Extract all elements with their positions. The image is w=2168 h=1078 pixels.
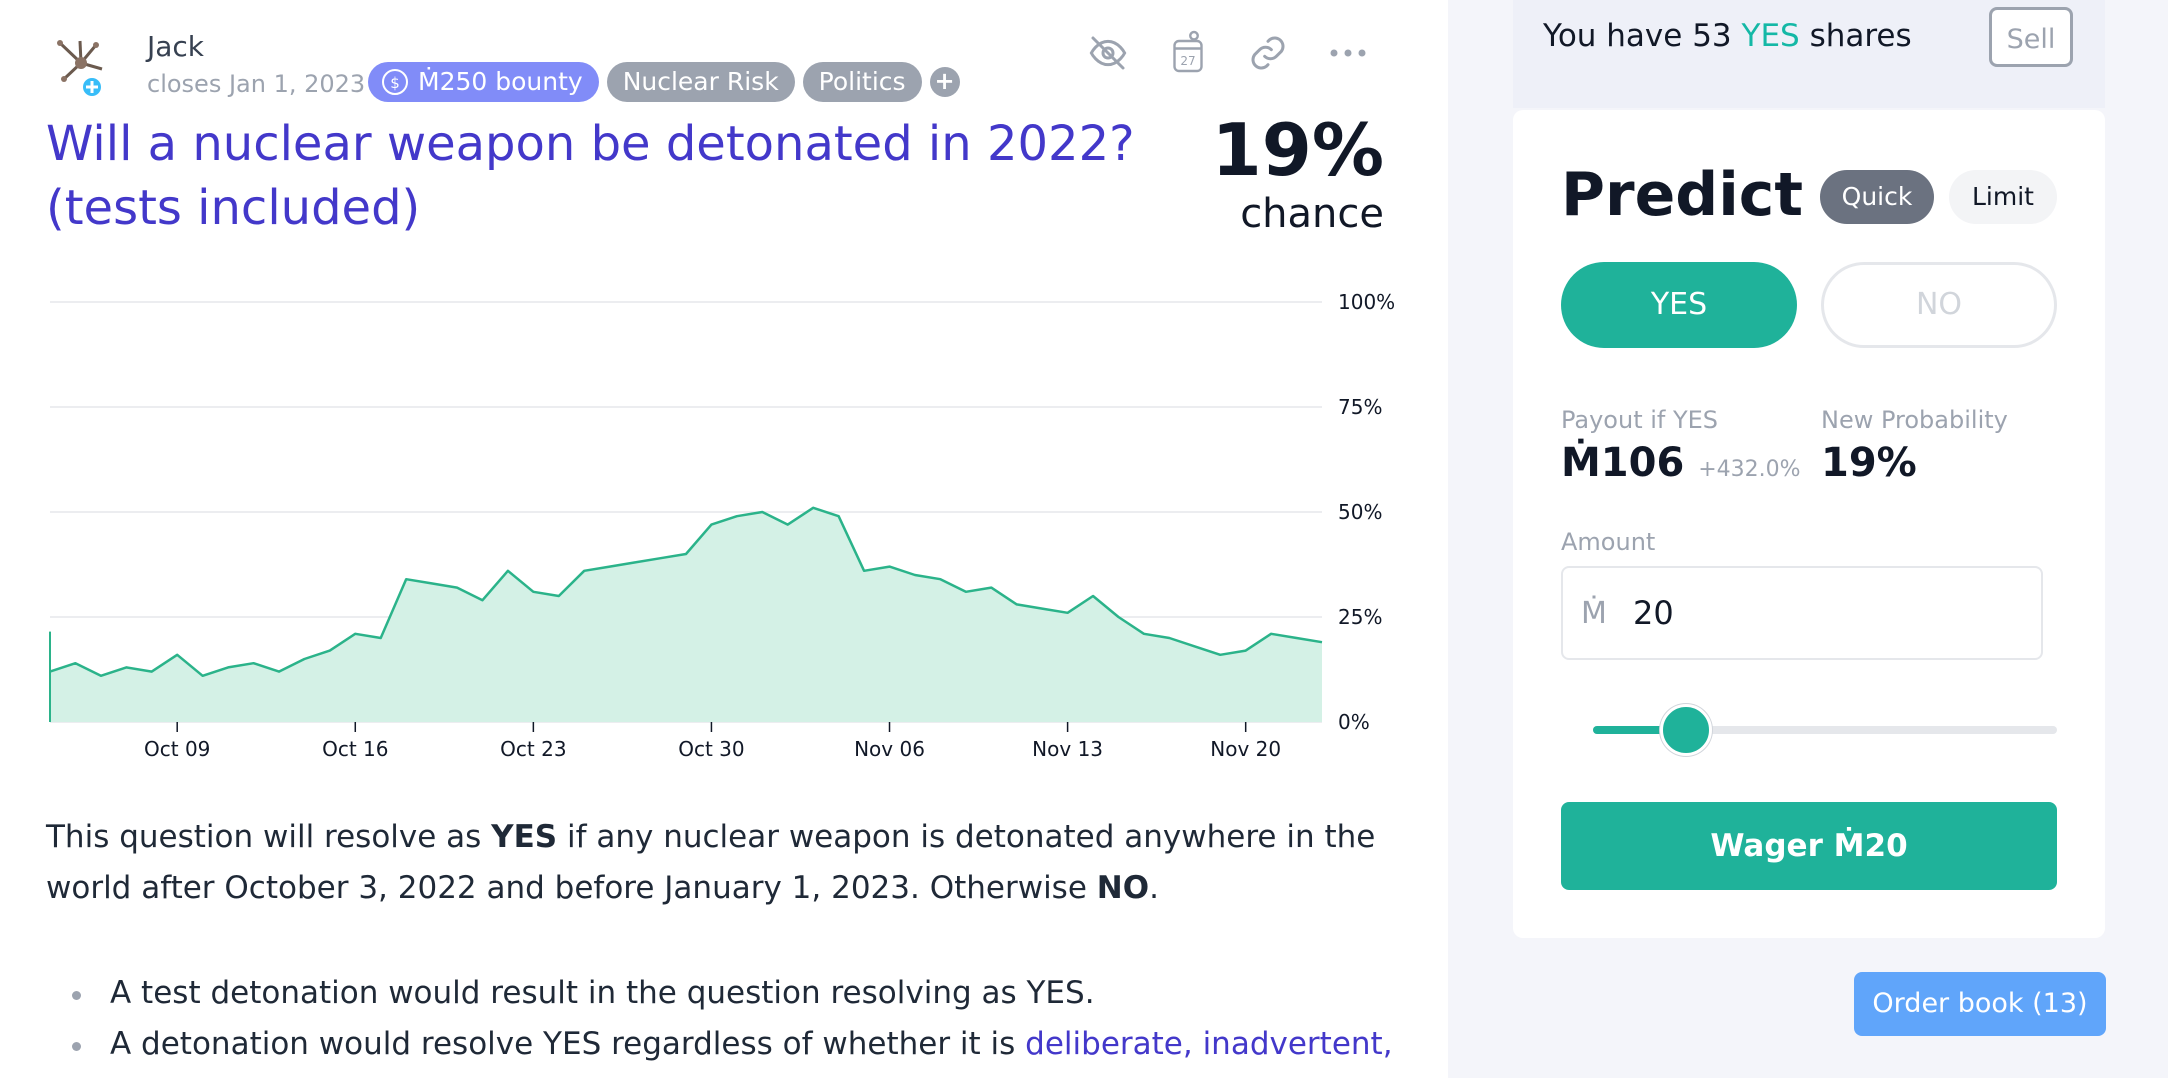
y-tick-label: 0% — [1338, 710, 1370, 734]
y-tick-label: 75% — [1338, 395, 1382, 419]
add-tag-button[interactable]: + — [929, 67, 960, 97]
amount-label: Amount — [1561, 528, 1656, 556]
shares-summary: You have 53 YES shares Sell — [1513, 0, 2105, 108]
description-link[interactable]: deliberate, inadvertent, — [1025, 1026, 1392, 1062]
shares-yes: YES — [1741, 18, 1800, 54]
probability-display: 19% chance — [1212, 110, 1384, 238]
market-description: This question will resolve as YES if any… — [46, 812, 1396, 914]
x-tick-label: Oct 30 — [678, 737, 744, 761]
currency-icon: Ṁ — [1581, 596, 1607, 631]
bullet-item: A detonation would resolve YES regardles… — [72, 1019, 1393, 1070]
market-title: Will a nuclear weapon be detonated in 20… — [46, 116, 1135, 236]
calendar-day: 27 — [1180, 54, 1195, 68]
x-tick-label: Nov 06 — [854, 737, 925, 761]
tag-list: $ Ṁ250 bounty Nuclear Risk Politics + — [368, 62, 960, 102]
series-area — [50, 507, 1322, 722]
calendar-icon[interactable]: 27 — [1165, 28, 1211, 78]
link-icon[interactable] — [1245, 28, 1291, 78]
market-toolbar: 27 — [1085, 28, 1371, 78]
creator-name[interactable]: Jack — [147, 30, 204, 63]
amount-value[interactable]: 20 — [1633, 594, 1674, 632]
new-probability-label: New Probability — [1821, 406, 2008, 434]
bullet-item: A test detonation would result in the qu… — [72, 968, 1393, 1019]
tag-politics[interactable]: Politics — [802, 62, 922, 102]
order-book-button[interactable]: Order book (13) — [1854, 972, 2106, 1036]
desc-no: NO — [1096, 870, 1150, 906]
desc-text-3: . — [1149, 870, 1159, 906]
wager-button[interactable]: Wager Ṁ20 — [1561, 802, 2057, 890]
predict-card: Predict Quick Limit YES NO Payout if YES… — [1513, 110, 2105, 938]
more-icon[interactable] — [1325, 28, 1371, 78]
mode-limit-toggle[interactable]: Limit — [1949, 170, 2057, 224]
bullet-text: A detonation would resolve YES regardles… — [110, 1026, 1026, 1062]
payout-percent: +432.0% — [1698, 457, 1801, 482]
x-tick-label: Oct 23 — [500, 737, 566, 761]
probability-chart[interactable]: 0% 25% 50% 75% 100% Oct 09 Oct 16 Oct 23 Oct 30 N… — [40, 282, 1400, 762]
payout-value: Ṁ106 +432.0% — [1561, 440, 1801, 486]
x-tick-label: Oct 16 — [322, 737, 388, 761]
probability-value: 19% — [1211, 108, 1384, 192]
desc-yes: YES — [491, 819, 558, 855]
coin-icon: $ — [382, 69, 408, 95]
creator-avatar[interactable] — [50, 35, 112, 97]
shares-text: You have 53 YES shares — [1543, 18, 1912, 54]
payout-label: Payout if YES — [1561, 406, 1719, 434]
amount-slider[interactable] — [1593, 704, 2057, 756]
market-main: Jack closes Jan 1, 2023 $ Ṁ250 bounty Nu… — [0, 0, 1448, 1078]
desc-text-1: This question will resolve as — [46, 819, 492, 855]
x-tick-label: Nov 13 — [1032, 737, 1103, 761]
no-button[interactable]: NO — [1821, 262, 2057, 348]
y-tick-label: 50% — [1338, 500, 1382, 524]
payout-amount: Ṁ106 — [1561, 440, 1685, 486]
probability-label: chance — [1240, 191, 1384, 237]
yes-button[interactable]: YES — [1561, 262, 1797, 348]
y-tick-label: 25% — [1338, 605, 1382, 629]
new-probability-value: 19% — [1821, 440, 1917, 486]
amount-input[interactable]: Ṁ 20 — [1561, 566, 2043, 660]
mode-quick-toggle[interactable]: Quick — [1820, 170, 1934, 224]
slider-handle[interactable] — [1659, 704, 1712, 756]
description-bullets: A test detonation would result in the qu… — [72, 968, 1393, 1070]
shares-suffix: shares — [1799, 18, 1912, 54]
y-tick-label: 100% — [1338, 290, 1395, 314]
bounty-tag-label: Ṁ250 bounty — [418, 67, 583, 96]
shares-prefix: You have 53 — [1543, 18, 1742, 54]
predict-title: Predict — [1561, 160, 1804, 230]
x-tick-label: Oct 09 — [144, 737, 210, 761]
sell-button[interactable]: Sell — [1989, 7, 2073, 67]
tag-nuclear-risk[interactable]: Nuclear Risk — [606, 62, 795, 102]
eye-off-icon[interactable] — [1085, 28, 1131, 78]
close-date: closes Jan 1, 2023 — [147, 70, 366, 98]
x-tick-label: Nov 20 — [1210, 737, 1281, 761]
bounty-tag[interactable]: $ Ṁ250 bounty — [368, 62, 599, 102]
